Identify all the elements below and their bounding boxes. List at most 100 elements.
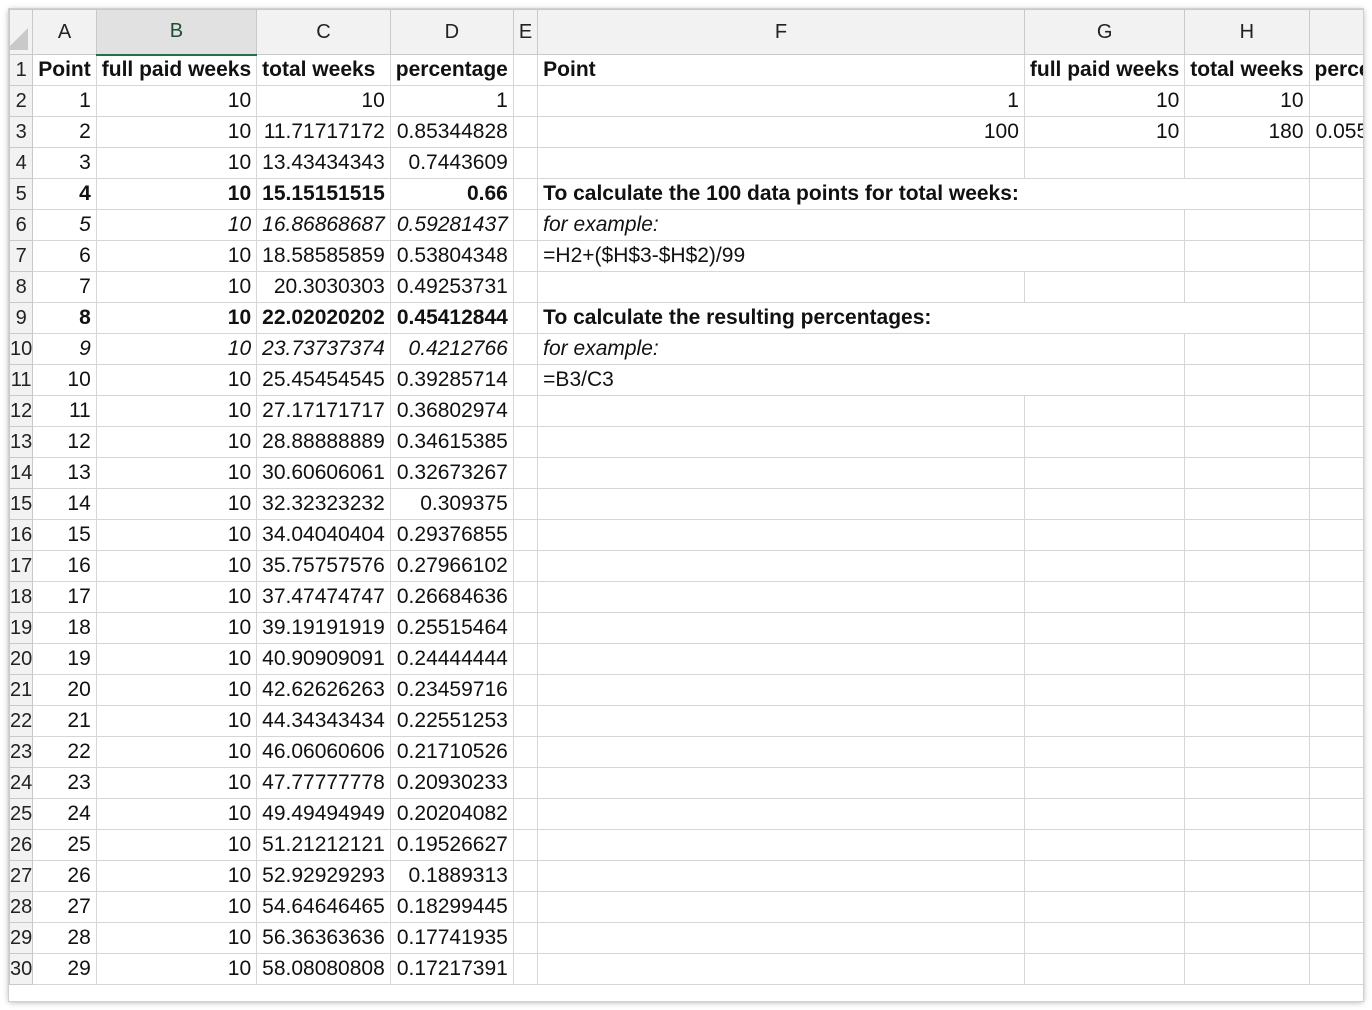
cell-c18[interactable]: 37.47474747 <box>256 581 391 613</box>
cell-b30[interactable]: 10 <box>95 953 258 985</box>
column-header-h[interactable]: H <box>1184 9 1310 55</box>
cell-c12[interactable]: 27.17171717 <box>256 395 391 427</box>
row-header[interactable]: 13 <box>9 426 34 458</box>
cell-h21[interactable] <box>1184 674 1310 706</box>
cell-g22[interactable] <box>1023 705 1186 737</box>
cell-b24[interactable]: 10 <box>95 767 258 799</box>
cell-b22[interactable]: 10 <box>95 705 258 737</box>
cell-i25[interactable] <box>1308 798 1363 830</box>
cell-i13[interactable] <box>1308 426 1363 458</box>
cell-d14[interactable]: 0.32673267 <box>389 457 514 489</box>
column-header-g[interactable]: G <box>1023 9 1186 55</box>
cell-e14[interactable] <box>512 457 539 489</box>
cell-d16[interactable]: 0.29376855 <box>389 519 514 551</box>
cell-h4[interactable] <box>1184 147 1310 179</box>
row-header[interactable]: 15 <box>9 488 34 520</box>
column-header-f[interactable]: F <box>537 9 1025 55</box>
cell-c17[interactable]: 35.75757576 <box>256 550 391 582</box>
row-header[interactable]: 17 <box>9 550 34 582</box>
cell-i5[interactable] <box>1308 178 1363 210</box>
cell-f27[interactable] <box>537 860 1025 892</box>
cell-c7[interactable]: 18.58585859 <box>256 240 391 272</box>
cell-c16[interactable]: 34.04040404 <box>256 519 391 551</box>
cell-h20[interactable] <box>1184 643 1310 675</box>
cell-d22[interactable]: 0.22551253 <box>389 705 514 737</box>
cell-c26[interactable]: 51.21212121 <box>256 829 391 861</box>
row-header[interactable]: 1 <box>9 54 34 86</box>
row-header[interactable]: 16 <box>9 519 34 551</box>
cell-f21[interactable] <box>537 674 1025 706</box>
cell-d30[interactable]: 0.17217391 <box>389 953 514 985</box>
cell-d24[interactable]: 0.20930233 <box>389 767 514 799</box>
cell-b7[interactable]: 10 <box>95 240 258 272</box>
cell-i11[interactable] <box>1308 364 1363 396</box>
row-header[interactable]: 3 <box>9 116 34 148</box>
cell-i19[interactable] <box>1308 612 1363 644</box>
cell-i8[interactable] <box>1308 271 1363 303</box>
cell-d7[interactable]: 0.53804348 <box>389 240 514 272</box>
cell-i4[interactable] <box>1308 147 1363 179</box>
row-header[interactable]: 24 <box>9 767 34 799</box>
cell-i24[interactable] <box>1308 767 1363 799</box>
cell-c15[interactable]: 32.32323232 <box>256 488 391 520</box>
cell-a6[interactable]: 5 <box>32 209 97 241</box>
cell-e6[interactable] <box>512 209 539 241</box>
cell-d5[interactable]: 0.66 <box>389 178 514 210</box>
cell-b12[interactable]: 10 <box>95 395 258 427</box>
cell-a2[interactable]: 1 <box>32 85 97 117</box>
cell-a22[interactable]: 21 <box>32 705 97 737</box>
cell-e26[interactable] <box>512 829 539 861</box>
cell-b9[interactable]: 10 <box>95 302 258 334</box>
cell-e24[interactable] <box>512 767 539 799</box>
cell-e12[interactable] <box>512 395 539 427</box>
cell-f18[interactable] <box>537 581 1025 613</box>
cell-c25[interactable]: 49.49494949 <box>256 798 391 830</box>
cell-g2[interactable]: 10 <box>1023 85 1186 117</box>
cell-h19[interactable] <box>1184 612 1310 644</box>
cell-e27[interactable] <box>512 860 539 892</box>
cell-b2[interactable]: 10 <box>95 85 258 117</box>
cell-e30[interactable] <box>512 953 539 985</box>
cell-a10[interactable]: 9 <box>32 333 97 365</box>
cell-a21[interactable]: 20 <box>32 674 97 706</box>
cell-a13[interactable]: 12 <box>32 426 97 458</box>
cell-c22[interactable]: 44.34343434 <box>256 705 391 737</box>
cell-c23[interactable]: 46.06060606 <box>256 736 391 768</box>
cell-a20[interactable]: 19 <box>32 643 97 675</box>
cell-g7[interactable] <box>1024 240 1186 272</box>
cell-i29[interactable] <box>1308 922 1363 954</box>
cell-g13[interactable] <box>1023 426 1186 458</box>
cell-a28[interactable]: 27 <box>32 891 97 923</box>
cell-d18[interactable]: 0.26684636 <box>389 581 514 613</box>
cell-h6[interactable] <box>1184 209 1310 241</box>
cell-e1[interactable] <box>512 54 539 86</box>
row-header[interactable]: 4 <box>9 147 34 179</box>
cell-h11[interactable] <box>1184 364 1310 396</box>
cell-e20[interactable] <box>512 643 539 675</box>
cell-b15[interactable]: 10 <box>95 488 258 520</box>
cell-i18[interactable] <box>1308 581 1363 613</box>
row-header[interactable]: 18 <box>9 581 34 613</box>
cell-g4[interactable] <box>1023 147 1186 179</box>
cell-g14[interactable] <box>1023 457 1186 489</box>
cell-b10[interactable]: 10 <box>95 333 258 365</box>
cell-a1[interactable]: Point <box>32 54 97 86</box>
row-header[interactable]: 22 <box>9 705 34 737</box>
cell-g12[interactable] <box>1023 395 1186 427</box>
cell-d27[interactable]: 0.1889313 <box>389 860 514 892</box>
row-header[interactable]: 27 <box>9 860 34 892</box>
row-header[interactable]: 25 <box>9 798 34 830</box>
cell-a15[interactable]: 14 <box>32 488 97 520</box>
cell-c29[interactable]: 56.36363636 <box>256 922 391 954</box>
cell-c2[interactable]: 10 <box>256 85 391 117</box>
cell-f12[interactable] <box>537 395 1025 427</box>
cell-d8[interactable]: 0.49253731 <box>389 271 514 303</box>
cell-a29[interactable]: 28 <box>32 922 97 954</box>
cell-f5[interactable]: To calculate the 100 data points for tot… <box>537 178 1025 210</box>
cell-d23[interactable]: 0.21710526 <box>389 736 514 768</box>
cell-a8[interactable]: 7 <box>32 271 97 303</box>
cell-h27[interactable] <box>1184 860 1310 892</box>
cell-h9[interactable] <box>1184 302 1310 334</box>
cell-a14[interactable]: 13 <box>32 457 97 489</box>
cell-e29[interactable] <box>512 922 539 954</box>
